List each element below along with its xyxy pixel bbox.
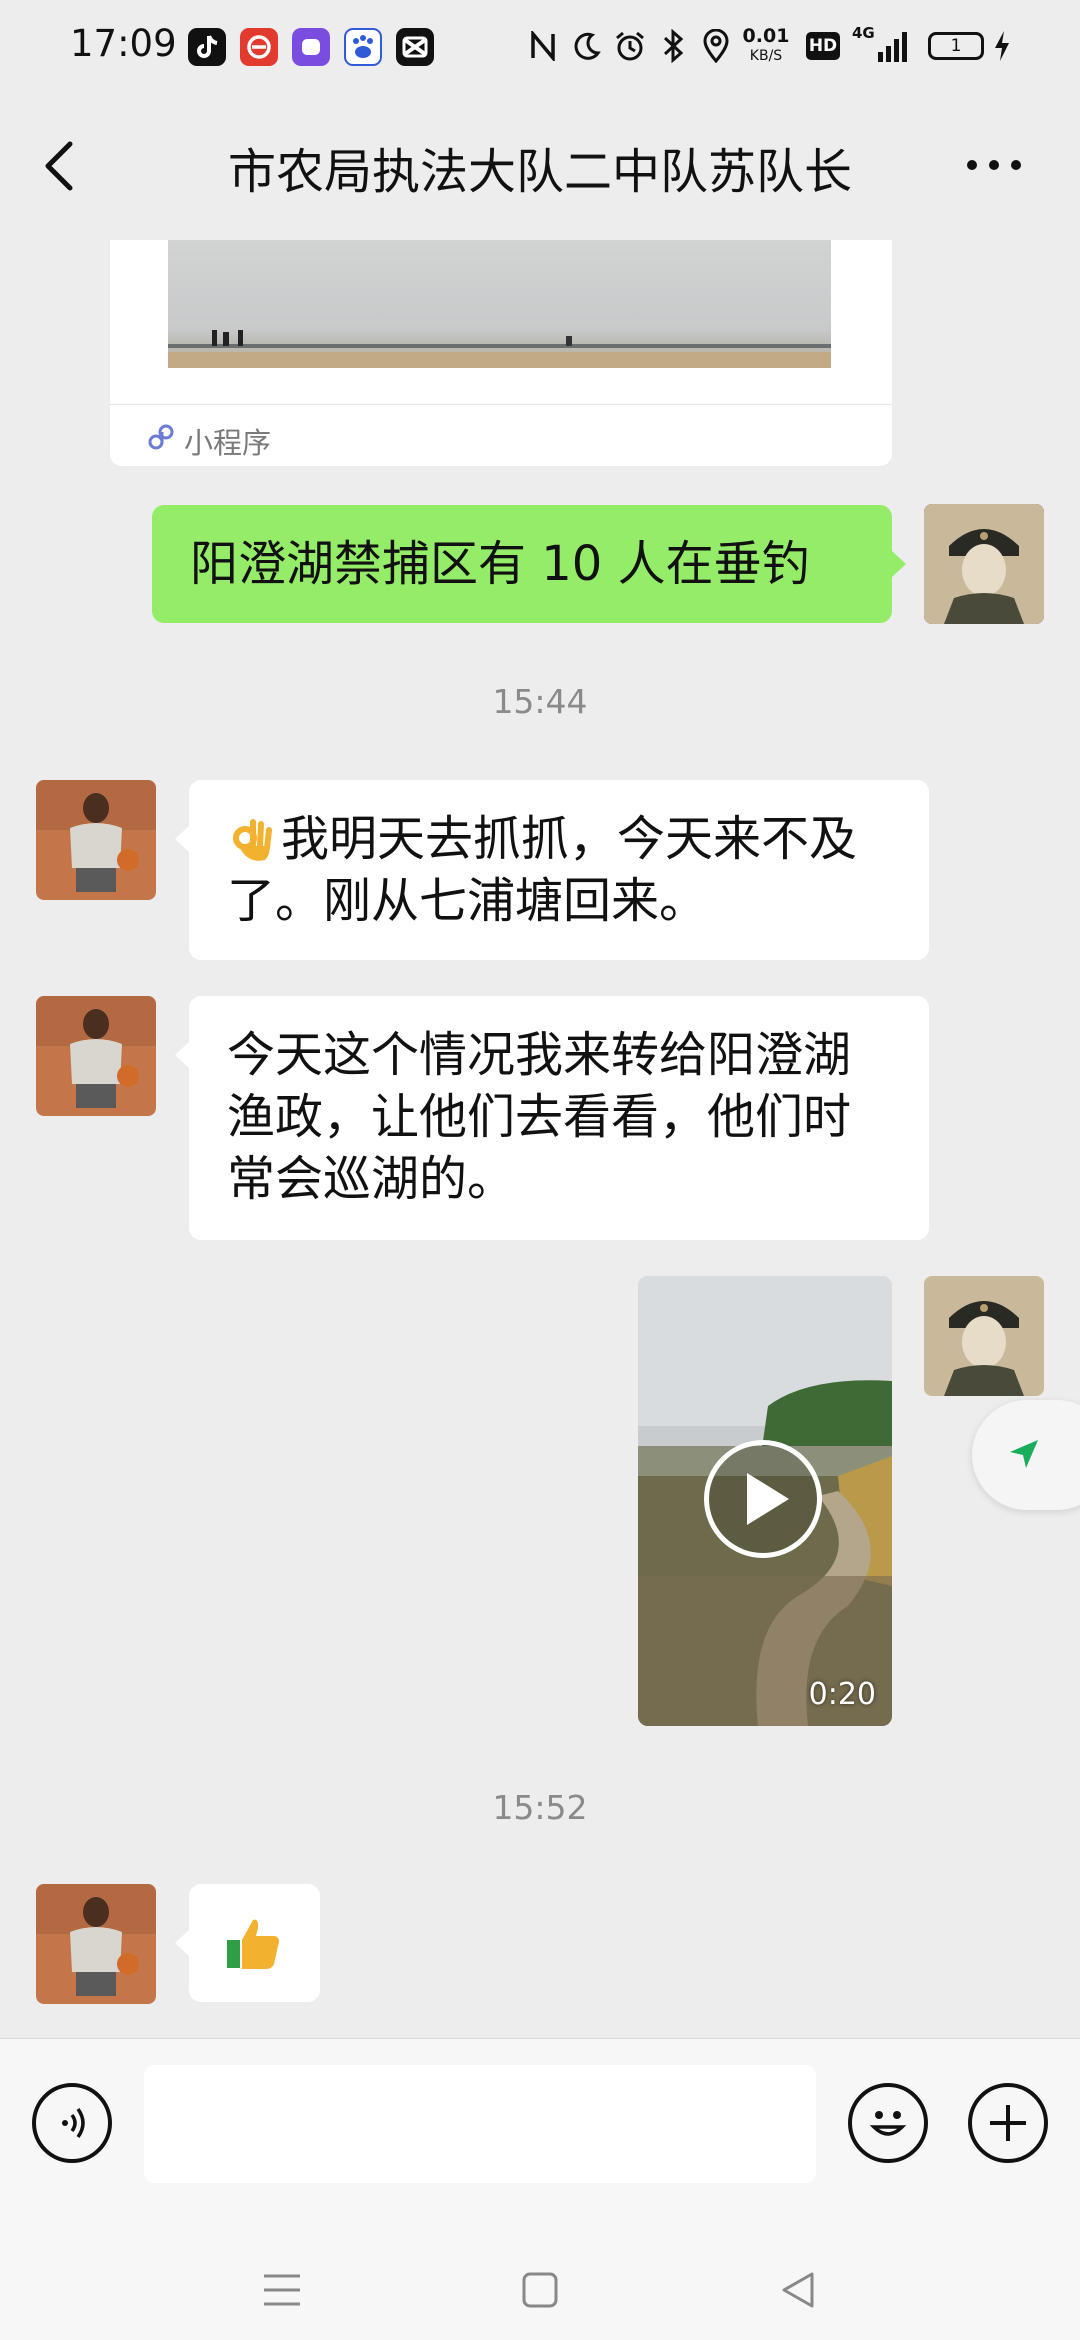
ok-hand-icon <box>227 816 277 866</box>
bluetooth-icon <box>658 24 688 68</box>
capcut-icon <box>396 28 434 66</box>
mini-program-icon <box>146 422 176 452</box>
network-speed: 0.01 KB/S <box>742 26 790 66</box>
message-text-line: 了。刚从七浦塘回来。 <box>227 873 708 929</box>
avatar-self[interactable] <box>924 504 1044 624</box>
signal-icon: 4G <box>852 24 912 68</box>
chat-title: 市农局执法大队二中队苏队长 <box>227 144 852 200</box>
message-text-line: 常会巡湖的。 <box>227 1151 516 1207</box>
floating-location-button[interactable] <box>972 1400 1080 1510</box>
mini-program-thumbnail <box>168 240 831 368</box>
voice-icon[interactable] <box>32 2083 112 2163</box>
status-bar: 17:09 0.01 KB/S HD 4G 1 <box>0 0 1080 96</box>
baidu-icon <box>344 28 382 66</box>
message-input[interactable] <box>144 2065 816 2183</box>
moon-icon <box>570 24 604 68</box>
signal-label: 4G <box>852 24 875 42</box>
play-icon[interactable] <box>704 1440 822 1558</box>
thumbs-up-icon <box>225 1914 283 1972</box>
message-bubble-outgoing[interactable]: 阳澄湖禁捕区有 10 人在垂钓 <box>152 505 892 623</box>
bubble-tail <box>175 1042 189 1068</box>
plus-icon[interactable] <box>968 2083 1048 2163</box>
avatar-contact[interactable] <box>36 1884 156 2004</box>
system-nav-bar <box>0 2230 1080 2340</box>
video-message[interactable]: 0:20 <box>638 1276 892 1726</box>
message-text-line: 我明天去抓抓，今天来不及 <box>281 811 858 867</box>
message-text: 阳澄湖禁捕区有 10 人在垂钓 <box>190 536 810 592</box>
video-duration: 0:20 <box>808 1677 876 1712</box>
status-time: 17:09 <box>70 22 177 65</box>
bubble-tail <box>892 551 906 577</box>
avatar-contact[interactable] <box>36 780 156 900</box>
nfc-icon <box>528 24 558 68</box>
timestamp: 15:44 <box>492 682 588 721</box>
message-bubble-incoming[interactable]: 我明天去抓抓，今天来不及 了。刚从七浦塘回来。 <box>189 780 929 960</box>
title-bar: 市农局执法大队二中队苏队长 <box>0 96 1080 240</box>
back-nav-icon[interactable] <box>780 2270 816 2310</box>
location-icon <box>700 24 732 68</box>
timestamp: 15:52 <box>492 1788 588 1827</box>
message-bubble-incoming[interactable]: 今天这个情况我来转给阳澄湖 渔政，让他们去看看，他们时 常会巡湖的。 <box>189 996 929 1240</box>
hd-icon: HD <box>806 32 840 60</box>
smiley-icon[interactable] <box>848 2083 928 2163</box>
more-dots-icon[interactable] <box>964 150 1024 180</box>
navigation-arrow-icon <box>1006 1436 1042 1472</box>
avatar-self[interactable] <box>924 1276 1044 1396</box>
mini-program-card[interactable]: 小程序 <box>110 240 892 466</box>
network-speed-value: 0.01 <box>742 25 790 47</box>
avatar-contact[interactable] <box>36 996 156 1116</box>
message-text-line: 今天这个情况我来转给阳澄湖 <box>227 1027 852 1083</box>
bubble-tail <box>175 826 189 852</box>
app-purple-icon <box>292 28 330 66</box>
home-icon[interactable] <box>522 2272 558 2308</box>
charging-icon <box>990 24 1014 68</box>
message-bubble-incoming[interactable] <box>189 1884 320 2002</box>
alarm-icon <box>612 24 648 68</box>
tiktok-icon <box>188 28 226 66</box>
app-red-icon <box>240 28 278 66</box>
input-bar <box>0 2038 1080 2231</box>
menu-icon[interactable] <box>262 2272 302 2308</box>
battery-icon: 1 <box>928 32 984 60</box>
mini-program-label: 小程序 <box>184 426 272 460</box>
bubble-tail <box>175 1930 189 1956</box>
message-text-line: 渔政，让他们去看看，他们时 <box>227 1089 852 1145</box>
network-speed-unit: KB/S <box>749 48 783 64</box>
